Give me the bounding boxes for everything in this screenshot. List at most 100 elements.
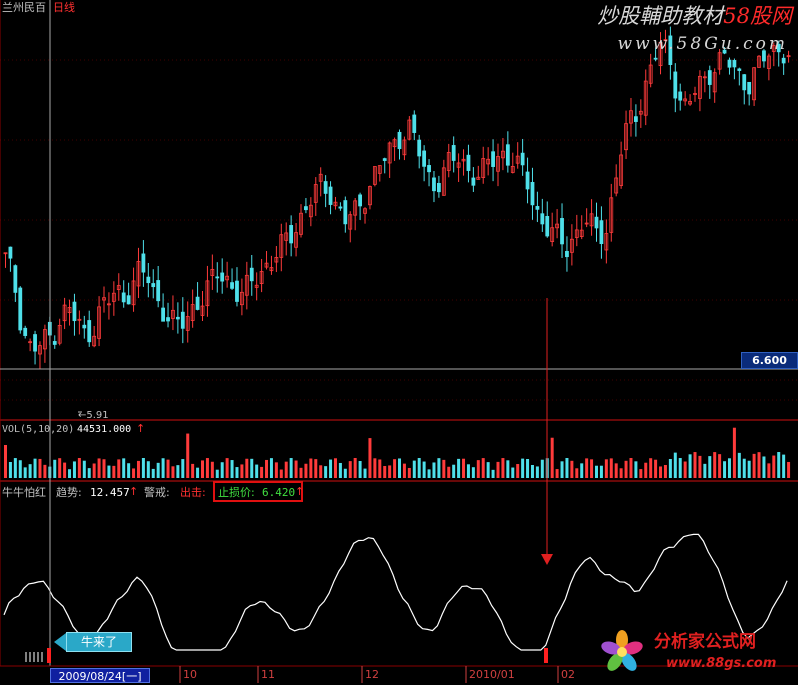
- volume-bar: [8, 461, 12, 478]
- candle-body: [328, 186, 333, 205]
- volume-bar: [77, 458, 81, 478]
- volume-bar: [437, 458, 441, 478]
- volume-bar: [737, 452, 741, 478]
- volume-bar: [673, 452, 677, 478]
- volume-bar: [649, 458, 653, 478]
- volume-bar: [186, 433, 190, 478]
- volume-bar: [329, 459, 333, 478]
- volume-bar: [708, 456, 712, 478]
- volume-bar: [688, 454, 692, 478]
- indicator-name[interactable]: 牛牛怕红: [2, 486, 46, 499]
- volume-bar: [348, 461, 352, 478]
- volume-bar: [358, 461, 362, 478]
- volume-bar: [462, 458, 466, 478]
- volume-bar: [723, 461, 727, 478]
- volume-bar: [752, 453, 756, 478]
- candle-body: [195, 296, 200, 310]
- candle-body: [412, 114, 417, 133]
- volume-bar: [693, 452, 697, 478]
- volume-bar: [762, 456, 766, 478]
- candle-body: [742, 74, 747, 91]
- volume-bar: [703, 463, 707, 478]
- volume-bar: [619, 468, 623, 478]
- callout-pointer: [54, 633, 66, 651]
- volume-bar: [191, 463, 195, 478]
- volume-bar: [757, 452, 761, 478]
- volume-bar: [87, 468, 91, 478]
- volume-bar: [777, 452, 781, 478]
- candle-body: [235, 280, 239, 302]
- buy-signal-bar-2: [544, 648, 548, 663]
- volume-bar: [575, 468, 579, 478]
- volume-bar: [161, 458, 165, 478]
- candle-body: [33, 334, 37, 352]
- candlestick-series: [3, 26, 791, 370]
- stop-loss-value: 6.420: [262, 486, 296, 499]
- volume-bar: [23, 467, 27, 478]
- volume-bar: [506, 460, 510, 478]
- volume-bar: [338, 462, 342, 478]
- volume-bar: [368, 438, 372, 478]
- volume-bar: [319, 465, 323, 478]
- volume-bar: [107, 465, 111, 478]
- volume-bar: [210, 461, 214, 478]
- volume-bar: [38, 458, 42, 478]
- candle-body: [535, 206, 540, 210]
- volume-bar: [393, 459, 397, 478]
- candle-body: [215, 276, 220, 279]
- volume-bar: [279, 469, 283, 478]
- time-axis-label: 11: [261, 668, 275, 681]
- volume-bar: [590, 459, 594, 478]
- volume-bar: [269, 458, 273, 478]
- candle-body: [166, 317, 170, 322]
- time-axis-label: 2010/01: [469, 668, 515, 681]
- volume-bar: [72, 461, 76, 478]
- candle-body: [545, 216, 550, 237]
- candle-body: [525, 171, 530, 190]
- volume-bar: [644, 462, 648, 478]
- candle-body: [432, 177, 436, 192]
- volume-bar: [215, 469, 219, 478]
- volume-bar: [265, 459, 269, 478]
- volume-bar: [718, 454, 722, 478]
- volume-bar: [127, 463, 131, 478]
- volume-bar: [196, 467, 200, 478]
- chart-grid: [0, 0, 798, 666]
- candle-body: [230, 282, 234, 289]
- volume-bar: [432, 462, 436, 478]
- volume-bar: [353, 458, 357, 478]
- volume-bar: [501, 458, 505, 478]
- current-price-tag: 6.600: [741, 352, 798, 369]
- volume-label[interactable]: VOL(5,10,20): [2, 423, 74, 436]
- candle-body: [161, 307, 166, 322]
- volume-bar: [122, 458, 126, 478]
- candle-body: [422, 150, 427, 167]
- period-label[interactable]: 日线: [53, 1, 75, 14]
- volume-bar: [284, 461, 288, 478]
- candle-body: [323, 181, 328, 194]
- volume-bar: [683, 461, 687, 478]
- candle-body: [382, 158, 387, 161]
- volume-bar: [476, 460, 480, 478]
- volume-bar: [772, 455, 776, 478]
- volume-bar: [565, 458, 569, 478]
- time-axis-label: 10: [183, 668, 197, 681]
- candle-body: [397, 131, 402, 150]
- candle-body: [151, 283, 156, 288]
- candle-body: [23, 327, 28, 336]
- candle-body: [417, 139, 422, 157]
- candle-body: [338, 206, 343, 209]
- volume-bar: [457, 458, 461, 478]
- volume-bar: [363, 468, 367, 478]
- volume-bar: [521, 458, 525, 478]
- stock-chart[interactable]: [0, 0, 798, 685]
- candle-body: [491, 151, 495, 167]
- candle-body: [427, 165, 431, 173]
- watermark-title: 炒股輔助教材58股网: [597, 4, 792, 28]
- candle-body: [358, 194, 363, 207]
- volume-bar: [491, 469, 495, 478]
- candle-body: [599, 220, 604, 245]
- volume-bar: [260, 466, 264, 478]
- volume-bar: [324, 466, 328, 478]
- volume-bar: [230, 460, 234, 478]
